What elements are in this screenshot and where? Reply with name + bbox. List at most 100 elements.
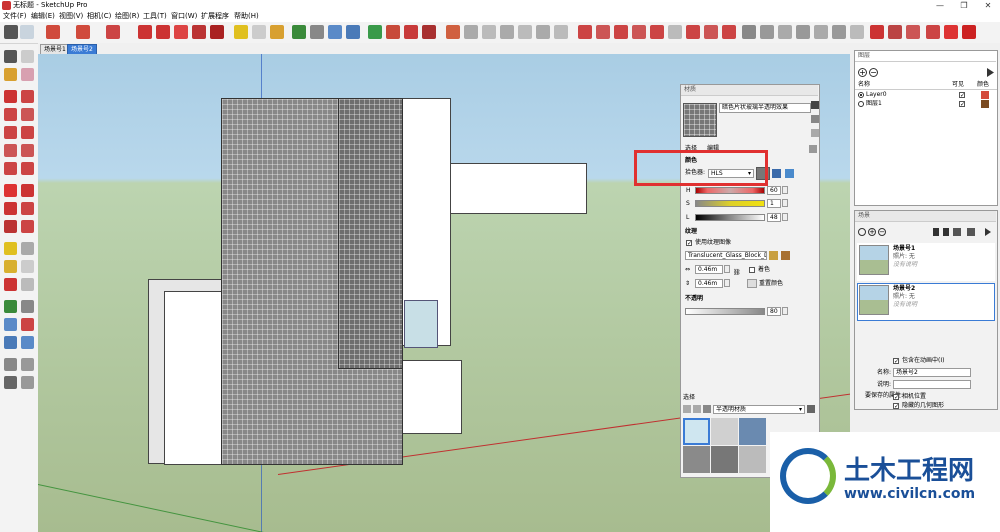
maximize-button[interactable]: ❐ <box>952 0 976 11</box>
arc-icon[interactable] <box>4 144 17 157</box>
texture-file-field[interactable]: Translucent_Glass_Block_Dark.. <box>685 251 767 260</box>
sandbox-smoove-icon[interactable] <box>578 25 592 39</box>
sandbox-detail-icon[interactable] <box>632 25 646 39</box>
lightness-slider[interactable] <box>695 214 765 221</box>
saturation-input[interactable]: 1 <box>767 199 781 208</box>
solid-trim-icon[interactable] <box>704 25 718 39</box>
make-component-icon[interactable] <box>21 50 34 63</box>
view-right-icon[interactable] <box>536 25 550 39</box>
offset-icon[interactable] <box>21 220 34 233</box>
scene-name-input[interactable]: 场景号2 <box>893 368 971 377</box>
circle-icon[interactable] <box>4 126 17 139</box>
dimension-icon[interactable] <box>21 242 34 255</box>
scene-desc-input[interactable] <box>893 380 971 389</box>
sandbox-drape-icon[interactable] <box>614 25 628 39</box>
style-wireframe-icon[interactable] <box>778 25 792 39</box>
style-shaded-icon[interactable] <box>814 25 828 39</box>
select-tool-icon[interactable] <box>4 25 18 39</box>
menu-help[interactable]: 帮助(H) <box>234 11 259 22</box>
update-scene-icon[interactable] <box>858 228 866 236</box>
2pt-arc-icon[interactable] <box>21 144 34 157</box>
shadows-icon[interactable] <box>870 25 884 39</box>
tape-measure-icon[interactable] <box>234 25 248 39</box>
opacity-spinner[interactable] <box>782 307 788 315</box>
view-front-icon[interactable] <box>518 25 532 39</box>
material-thumb-1[interactable] <box>683 418 710 445</box>
3pt-arc-icon[interactable] <box>4 162 17 175</box>
forward-arrow-icon[interactable] <box>693 405 701 413</box>
menu-tools[interactable]: 工具(T) <box>143 11 167 22</box>
link-chain-icon[interactable]: ⛓ <box>733 269 741 277</box>
push-pull-icon[interactable] <box>21 184 34 197</box>
zoom-window-icon[interactable] <box>21 318 34 331</box>
view-iso-icon[interactable] <box>482 25 496 39</box>
paint-bucket-icon[interactable] <box>270 25 284 39</box>
sample-paint-icon[interactable] <box>811 115 819 123</box>
eraser-icon[interactable] <box>21 68 34 81</box>
details-arrow-icon[interactable] <box>987 68 994 77</box>
style-backedges-icon[interactable] <box>760 25 774 39</box>
material-thumb-5[interactable] <box>711 446 738 473</box>
opacity-slider[interactable] <box>685 308 765 315</box>
menu-draw[interactable]: 绘图(R) <box>115 11 139 22</box>
building-wing-right[interactable] <box>450 163 587 214</box>
text-icon[interactable] <box>21 260 34 273</box>
layer0-color-swatch[interactable] <box>981 91 989 99</box>
details-arrow-icon[interactable] <box>807 405 815 413</box>
lightness-spinner[interactable] <box>782 213 788 221</box>
3d-text-icon[interactable] <box>21 278 34 291</box>
view-options-icon[interactable] <box>953 228 961 236</box>
layer1-color-swatch[interactable] <box>981 100 989 108</box>
warehouse-icon[interactable] <box>368 25 382 39</box>
select-arrow-icon[interactable] <box>4 50 17 63</box>
fog-icon[interactable] <box>888 25 902 39</box>
sandbox-flip-icon[interactable] <box>650 25 664 39</box>
match-photo-icon[interactable] <box>906 25 920 39</box>
axes-icon[interactable] <box>446 25 460 39</box>
add-scene-icon[interactable]: + <box>868 228 876 236</box>
reset-color-swatch[interactable] <box>747 279 757 288</box>
view-top-icon[interactable] <box>500 25 514 39</box>
remove-layer-icon[interactable]: − <box>869 68 878 77</box>
hue-spinner[interactable] <box>782 186 788 194</box>
push-pull-icon[interactable] <box>138 25 152 39</box>
scale-icon[interactable] <box>4 220 17 233</box>
move-icon[interactable] <box>4 184 17 197</box>
position-camera-icon[interactable] <box>4 358 17 371</box>
lightness-input[interactable]: 48 <box>767 213 781 222</box>
scale-icon[interactable] <box>192 25 206 39</box>
create-material-icon[interactable] <box>811 101 819 109</box>
walk-icon[interactable] <box>4 376 17 389</box>
eyedropper-icon[interactable] <box>809 145 817 153</box>
extension-warehouse-icon[interactable] <box>404 25 418 39</box>
rotate-icon[interactable] <box>174 25 188 39</box>
pan-icon[interactable] <box>310 25 324 39</box>
remove-scene-icon[interactable]: − <box>878 228 886 236</box>
rectangle-icon[interactable] <box>106 25 120 39</box>
hidden-geom-checkbox[interactable]: ✓ <box>893 403 899 410</box>
colorize-checkbox[interactable] <box>749 267 755 273</box>
orbit-icon[interactable] <box>292 25 306 39</box>
protractor-icon[interactable] <box>4 260 17 273</box>
section-plane-icon[interactable] <box>464 25 478 39</box>
zoom-icon[interactable] <box>328 25 342 39</box>
material-thumb-6[interactable] <box>739 446 766 473</box>
color-picker-icon[interactable] <box>811 129 819 137</box>
layer0-active-radio[interactable] <box>858 92 864 98</box>
paint-icon[interactable] <box>4 68 17 81</box>
rotate-icon[interactable] <box>4 202 17 215</box>
add-layer-icon[interactable]: + <box>858 68 867 77</box>
polygon-icon[interactable] <box>21 126 34 139</box>
saturation-slider[interactable] <box>695 200 765 207</box>
section-plane-icon[interactable] <box>21 376 34 389</box>
move-icon[interactable] <box>156 25 170 39</box>
menu-view[interactable]: 视图(V) <box>59 11 83 22</box>
texture-width-spinner[interactable] <box>724 265 730 273</box>
style-hidden-line-icon[interactable] <box>796 25 810 39</box>
plugin-icon[interactable] <box>944 25 958 39</box>
orbit-icon[interactable] <box>4 300 17 313</box>
hue-slider[interactable] <box>695 187 765 194</box>
zoom-extents-icon[interactable] <box>346 25 360 39</box>
minimize-button[interactable]: — <box>928 0 952 11</box>
zoom-icon[interactable] <box>4 318 17 331</box>
